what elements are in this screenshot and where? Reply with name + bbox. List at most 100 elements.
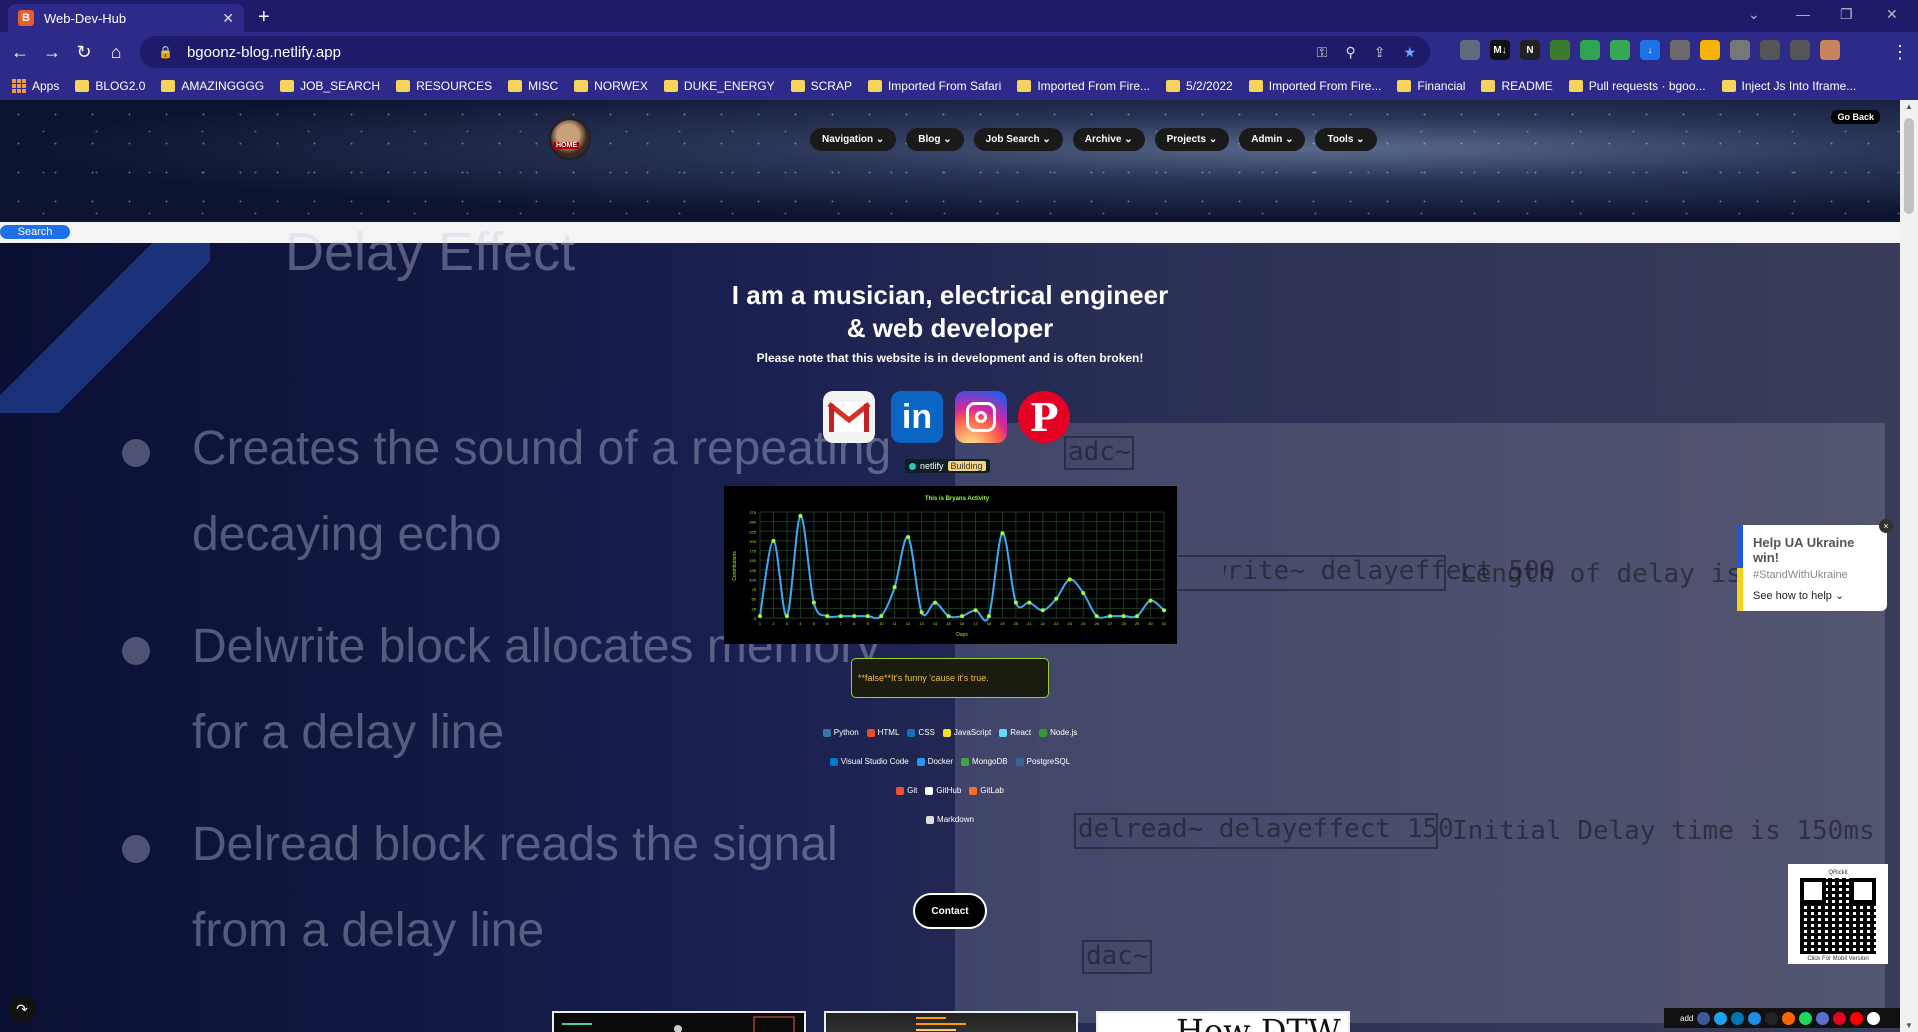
close-icon[interactable]: × bbox=[1879, 519, 1893, 533]
share-bar: add bbox=[1664, 1008, 1900, 1028]
share-arrow-icon[interactable]: ↷ bbox=[8, 995, 36, 1023]
share-network-icon[interactable] bbox=[1799, 1011, 1813, 1025]
bookmark-item[interactable]: NORWEX bbox=[574, 79, 648, 93]
nav-menu-button[interactable]: Projects ⌄ bbox=[1154, 128, 1230, 151]
tab-search-chevron-icon[interactable]: ⌄ bbox=[1748, 6, 1760, 23]
bookmark-item[interactable]: Imported From Fire... bbox=[1017, 79, 1150, 93]
extension-icon[interactable] bbox=[1820, 40, 1840, 60]
bookmark-item[interactable]: 5/2/2022 bbox=[1166, 79, 1233, 93]
netlify-status-badge[interactable]: netlify Building bbox=[905, 459, 990, 473]
project-thumbnail[interactable] bbox=[824, 1011, 1078, 1032]
bookmark-apps[interactable]: Apps bbox=[12, 79, 59, 93]
zoom-icon[interactable]: ⚲ bbox=[1345, 44, 1355, 61]
bookmark-item[interactable]: DUKE_ENERGY bbox=[663, 79, 775, 93]
lock-icon[interactable]: 🔒 bbox=[158, 45, 173, 59]
contact-button[interactable]: Contact bbox=[913, 893, 987, 929]
share-network-icon[interactable] bbox=[1867, 1011, 1881, 1025]
project-thumbnail[interactable]: How DTW bbox=[1096, 1011, 1350, 1032]
extension-icon[interactable]: M↓ bbox=[1490, 40, 1510, 60]
chart-y-tick-label: 250 bbox=[749, 520, 756, 525]
share-network-icon[interactable] bbox=[1850, 1011, 1864, 1025]
back-icon[interactable]: ← bbox=[4, 42, 36, 63]
bookmark-item[interactable]: Imported From Fire... bbox=[1248, 79, 1381, 93]
chart-data-point bbox=[1094, 614, 1099, 619]
share-network-icon[interactable] bbox=[1816, 1011, 1830, 1025]
key-icon[interactable]: ⚿ bbox=[1317, 44, 1328, 61]
share-network-icon[interactable] bbox=[1765, 1011, 1779, 1025]
nav-menu-button[interactable]: Admin ⌄ bbox=[1239, 128, 1306, 151]
extension-icon[interactable] bbox=[1580, 40, 1600, 60]
chart-y-tick-label: 225 bbox=[749, 529, 756, 534]
bookmark-item[interactable]: Financial bbox=[1397, 79, 1465, 93]
gmail-icon[interactable] bbox=[823, 391, 875, 443]
extension-icon[interactable] bbox=[1460, 40, 1480, 60]
bookmark-label: README bbox=[1501, 79, 1553, 93]
search-button[interactable]: Search bbox=[0, 225, 70, 239]
omnibox[interactable]: 🔒 bgoonz-blog.netlify.app ⚿ ⚲ ⇪ ★ bbox=[140, 36, 1430, 68]
skills-row: Visual Studio Code Docker MongoDB PostgreSQ… bbox=[650, 757, 1250, 766]
url-text: bgoonz-blog.netlify.app bbox=[186, 43, 341, 61]
home-avatar[interactable]: HOME bbox=[549, 118, 591, 160]
page-scrollbar[interactable]: ▲ ▼ bbox=[1900, 100, 1918, 1032]
chart-data-point bbox=[1013, 600, 1018, 605]
extension-icon[interactable] bbox=[1760, 40, 1780, 60]
forward-icon[interactable]: → bbox=[36, 42, 68, 63]
skill-badge: CSS bbox=[907, 728, 935, 737]
bookmark-label: Imported From Fire... bbox=[1037, 79, 1151, 93]
bookmark-item[interactable]: Imported From Safari bbox=[867, 79, 1001, 93]
extension-icon[interactable] bbox=[1700, 40, 1720, 60]
scroll-up-icon[interactable]: ▲ bbox=[1905, 102, 1913, 111]
browser-menu-icon[interactable]: ⋮ bbox=[1884, 42, 1916, 63]
restore-icon[interactable]: ❐ bbox=[1840, 6, 1853, 23]
nav-menu-button[interactable]: Navigation ⌄ bbox=[810, 128, 897, 151]
extension-icon[interactable] bbox=[1550, 40, 1570, 60]
nav-menu-button[interactable]: Job Search ⌄ bbox=[973, 128, 1063, 151]
close-tab-icon[interactable]: ✕ bbox=[222, 10, 234, 27]
qr-code-widget[interactable]: QRickit Click For Mobil Version bbox=[1788, 864, 1888, 964]
chart-data-point bbox=[960, 614, 964, 619]
new-tab-icon[interactable]: + bbox=[258, 6, 270, 29]
bookmark-item[interactable]: SCRAP bbox=[790, 79, 852, 93]
bookmark-item[interactable]: README bbox=[1481, 79, 1553, 93]
share-icon[interactable]: ⇪ bbox=[1374, 44, 1386, 61]
ukraine-widget[interactable]: Help UA Ukraine win! #StandWithUkraine S… bbox=[1737, 519, 1893, 611]
project-thumbnail[interactable] bbox=[552, 1011, 806, 1032]
bookmark-item[interactable]: Pull requests · bgoo... bbox=[1568, 79, 1706, 93]
extension-icon[interactable]: N bbox=[1520, 40, 1540, 60]
extension-icon[interactable] bbox=[1790, 40, 1810, 60]
share-network-icon[interactable] bbox=[1833, 1011, 1847, 1025]
extension-icon[interactable]: ↓ bbox=[1640, 40, 1660, 60]
share-network-icon[interactable] bbox=[1697, 1011, 1711, 1025]
bookmark-star-icon[interactable]: ★ bbox=[1403, 44, 1416, 61]
instagram-icon[interactable] bbox=[955, 391, 1007, 443]
close-window-icon[interactable]: ✕ bbox=[1886, 6, 1898, 23]
scrollbar-thumb[interactable] bbox=[1904, 118, 1914, 214]
extension-icon[interactable] bbox=[1610, 40, 1630, 60]
nav-menu-button[interactable]: Archive ⌄ bbox=[1072, 128, 1145, 151]
bookmark-item[interactable]: MISC bbox=[508, 79, 558, 93]
skill-logo-icon bbox=[1015, 757, 1024, 766]
go-back-button[interactable]: Go Back bbox=[1831, 110, 1880, 124]
linkedin-icon[interactable]: in bbox=[891, 391, 943, 443]
scroll-down-icon[interactable]: ▼ bbox=[1905, 1021, 1913, 1030]
share-network-icon[interactable] bbox=[1748, 1011, 1762, 1025]
nav-menu-button[interactable]: Blog ⌄ bbox=[906, 128, 964, 151]
share-network-icon[interactable] bbox=[1782, 1011, 1796, 1025]
bookmark-item[interactable]: Inject Js Into Iframe... bbox=[1721, 79, 1856, 93]
bookmark-item[interactable]: AMAZINGGGG bbox=[161, 79, 264, 93]
share-network-icon[interactable] bbox=[1731, 1011, 1745, 1025]
home-icon[interactable]: ⌂ bbox=[100, 42, 132, 63]
reload-icon[interactable]: ↻ bbox=[68, 42, 100, 63]
pinterest-icon[interactable]: P bbox=[1018, 391, 1070, 443]
minimize-icon[interactable]: — bbox=[1796, 6, 1810, 22]
bookmark-item[interactable]: RESOURCES bbox=[396, 79, 492, 93]
bookmark-item[interactable]: BLOG2.0 bbox=[75, 79, 145, 93]
share-network-icon[interactable] bbox=[1714, 1011, 1728, 1025]
bookmark-item[interactable]: JOB_SEARCH bbox=[280, 79, 380, 93]
extension-icon[interactable] bbox=[1670, 40, 1690, 60]
browser-tab[interactable]: B Web-Dev-Hub ✕ bbox=[8, 4, 244, 32]
extension-icon[interactable] bbox=[1730, 40, 1750, 60]
ukraine-help-link[interactable]: See how to help ⌄ bbox=[1753, 589, 1877, 602]
nav-menu-button[interactable]: Tools ⌄ bbox=[1315, 128, 1377, 151]
quote-box: **false**It's funny 'cause it's true. bbox=[851, 658, 1049, 698]
